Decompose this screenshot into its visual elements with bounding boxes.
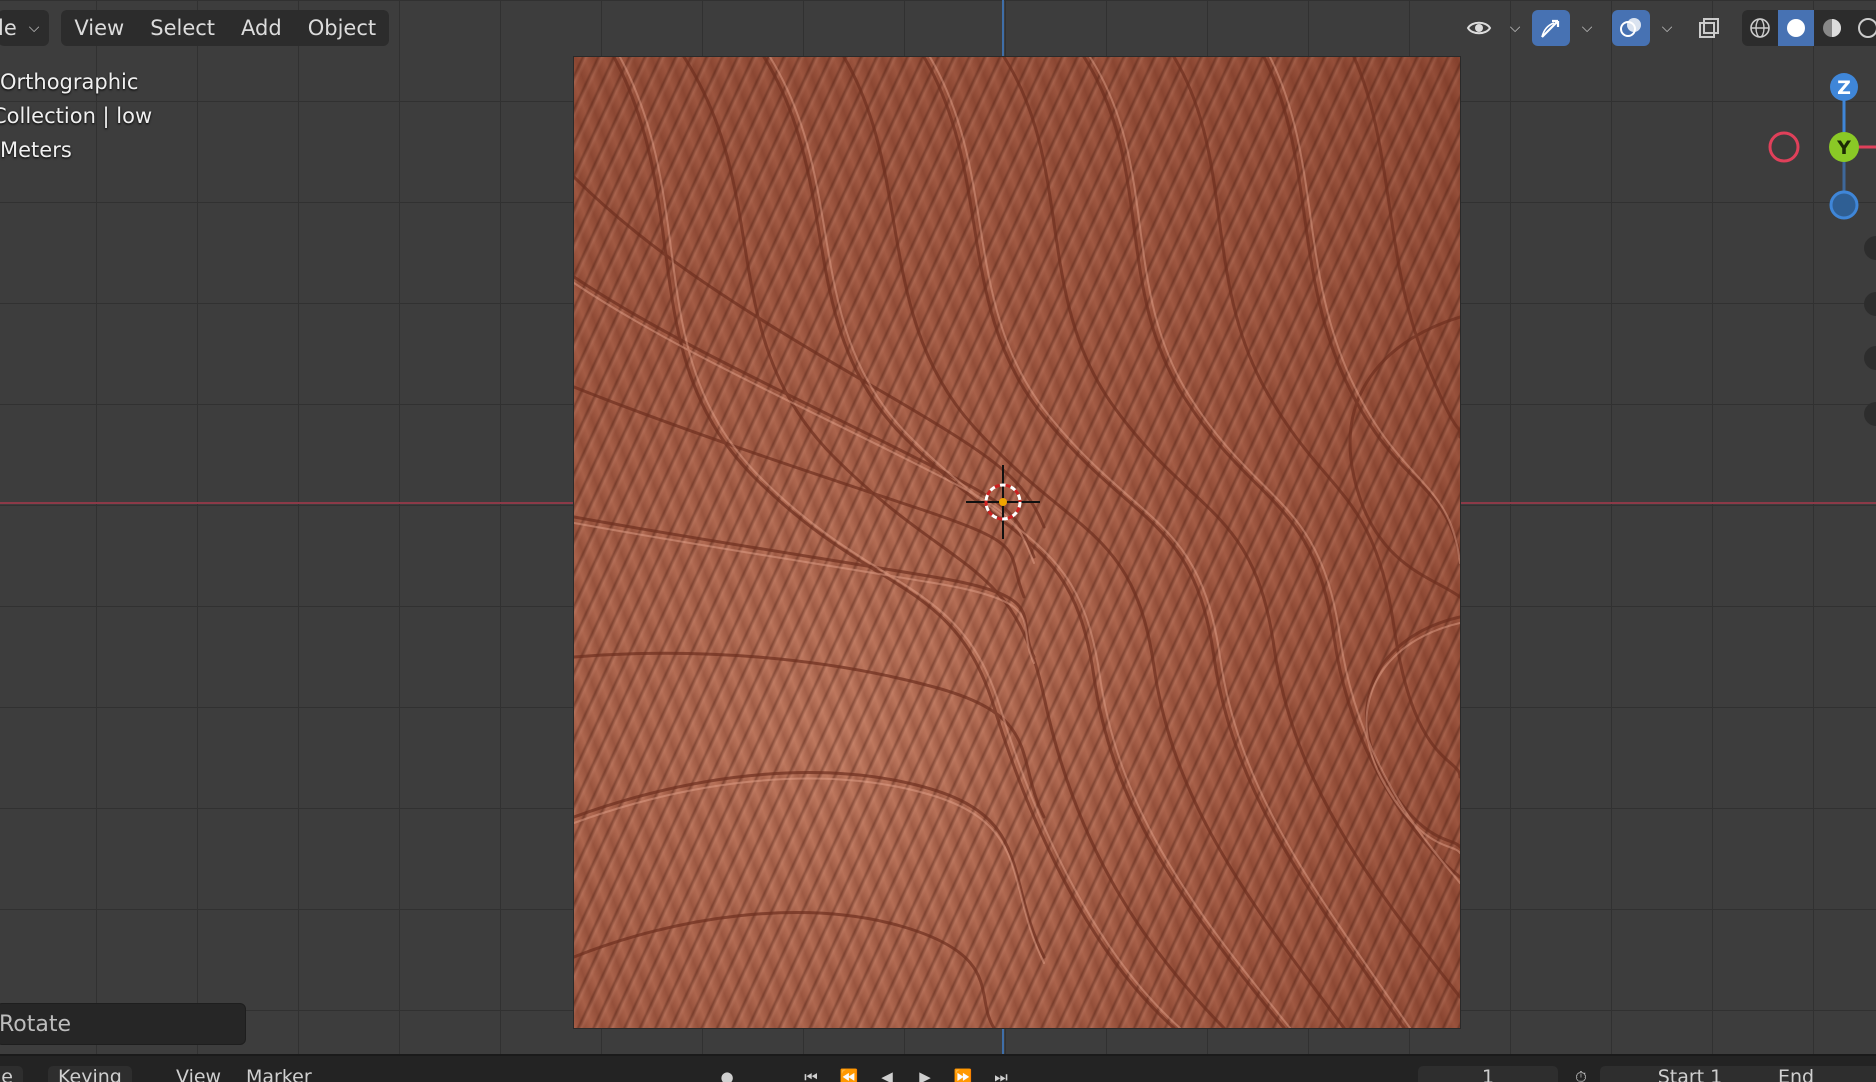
mode-dropdown-label: le (0, 16, 17, 40)
chevron-down-icon[interactable]: ⌵ (1504, 10, 1526, 46)
chevron-down-icon: ⌵ (28, 20, 40, 36)
viewport-header: le ⌵ View Select Add Object (0, 8, 390, 48)
3d-cursor-icon[interactable] (966, 465, 1040, 539)
menu-view[interactable]: View (61, 10, 137, 46)
menu-select[interactable]: Select (137, 10, 228, 46)
3d-viewport[interactable] (0, 0, 1876, 1054)
gizmo-icon (1541, 19, 1560, 38)
shading-rendered-button[interactable] (1850, 10, 1876, 46)
overlay-toggle-button[interactable] (1612, 10, 1650, 46)
projection-label: Orthographic (0, 70, 139, 94)
gizmo-y-label: Y (1836, 137, 1851, 159)
visibility-button[interactable] (1460, 10, 1498, 46)
menu-add[interactable]: Add (228, 10, 295, 46)
material-icon (1823, 19, 1841, 37)
units-label: Meters (0, 138, 72, 162)
shading-wireframe-button[interactable] (1742, 10, 1778, 46)
sculpted-mesh-plane[interactable] (574, 57, 1460, 1028)
gizmo-neg-z-handle[interactable] (1829, 190, 1859, 220)
mesh-relief-strokes (574, 57, 1460, 1028)
wireframe-icon (1750, 18, 1770, 38)
eye-icon (1466, 21, 1492, 35)
chevron-down-icon[interactable]: ⌵ (1656, 10, 1678, 46)
shading-solid-button[interactable] (1778, 10, 1814, 46)
xray-icon (1699, 18, 1719, 38)
chevron-down-icon[interactable]: ⌵ (1576, 10, 1598, 46)
viewport-toolbar: ⌵ ⌵ ⌵ (1460, 10, 1876, 46)
gizmo-z-label: Z (1837, 77, 1851, 99)
rendered-icon (1858, 18, 1876, 38)
collection-label: Collection | low (0, 104, 153, 128)
navigation-gizmo[interactable]: Z Y (1760, 68, 1876, 228)
operator-label: Rotate (0, 1012, 72, 1037)
gizmo-toggle-button[interactable] (1532, 10, 1570, 46)
shading-material-button[interactable] (1814, 10, 1850, 46)
mode-dropdown[interactable]: le ⌵ (0, 10, 50, 46)
timeline-header: le Keying View Marker ● ⏮ ⏪ ◀ ▶ ⏩ ⏭ 1 ⏱ … (0, 1054, 1876, 1082)
last-operator-panel[interactable]: Rotate (0, 1003, 246, 1045)
xray-toggle-button[interactable] (1690, 10, 1728, 46)
menu-object[interactable]: Object (295, 10, 389, 46)
shading-mode-group (1742, 10, 1876, 46)
gizmo-neg-x-handle[interactable] (1768, 131, 1800, 163)
overlay-icon (1620, 18, 1641, 37)
header-menu: View Select Add Object (61, 10, 390, 46)
solid-icon (1787, 19, 1805, 37)
